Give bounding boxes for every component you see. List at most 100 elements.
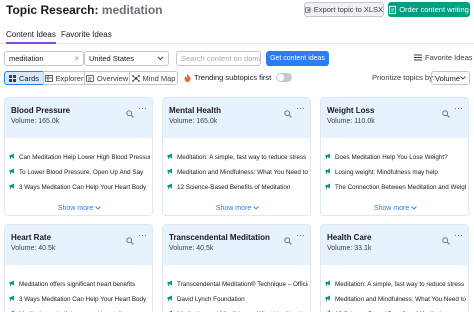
megaphone-icon bbox=[9, 153, 16, 161]
favorite-ideas-label: Favorite Ideas bbox=[425, 53, 473, 62]
headline-text: Meditation and Mindfulness: What You Nee… bbox=[177, 168, 308, 176]
search-icon[interactable] bbox=[442, 232, 450, 250]
view-mind-map-button[interactable]: Mind Map bbox=[129, 71, 178, 85]
page-title: Topic Research: meditation bbox=[6, 3, 163, 17]
more-options-icon[interactable]: ⋯ bbox=[138, 103, 147, 114]
toggle-switch[interactable] bbox=[276, 73, 293, 82]
topic-card-title[interactable]: Transcendental Meditation bbox=[169, 233, 270, 242]
headline-item[interactable]: Meditation: A simple, fast way to reduce… bbox=[325, 280, 466, 288]
chevron-down-icon bbox=[93, 205, 101, 212]
flame-icon bbox=[184, 73, 191, 82]
show-more-link[interactable]: Show more bbox=[163, 205, 310, 212]
headline-item[interactable]: Meditation: A simple, fast way to reduce… bbox=[167, 153, 308, 161]
headline-item[interactable]: Does Meditation Help You Lose Weight? bbox=[325, 153, 466, 161]
tab-content-ideas[interactable]: Content Ideas bbox=[6, 30, 56, 44]
keyword-input[interactable]: meditation × bbox=[4, 51, 84, 66]
get-content-ideas-button[interactable]: Get content ideas bbox=[266, 51, 329, 66]
more-options-icon[interactable]: ⋯ bbox=[296, 103, 305, 114]
more-options-icon[interactable]: ⋯ bbox=[296, 230, 305, 241]
headline-item[interactable]: Losing weight: Mindfulness may help bbox=[325, 168, 466, 176]
headline-item[interactable]: David Lynch Foundation bbox=[167, 295, 308, 303]
topic-card-volume: Volume: 110.0k bbox=[327, 118, 375, 125]
view-cards-label: Cards bbox=[18, 73, 39, 83]
headline-item[interactable]: Meditation and Mindfulness: What You Nee… bbox=[167, 168, 308, 176]
export-xlsx-button[interactable]: Export topic to XLSX bbox=[304, 2, 384, 17]
headline-item[interactable]: Can Meditation Help Lower High Blood Pre… bbox=[9, 153, 150, 161]
trending-label: Trending subtopics first bbox=[194, 73, 272, 82]
document-icon bbox=[389, 5, 397, 14]
prioritize-select[interactable]: Volume bbox=[431, 71, 470, 85]
view-overview-button[interactable]: Overview bbox=[84, 71, 130, 85]
topic-card-header: Heart Rate Volume: 40.5k ⋯ bbox=[5, 225, 152, 265]
topic-card-header: Health Care Volume: 33.1k ⋯ bbox=[321, 225, 468, 265]
topic-card[interactable]: Health Care Volume: 33.1k ⋯ Meditation: A s… bbox=[320, 224, 469, 312]
more-options-icon[interactable]: ⋯ bbox=[454, 230, 463, 241]
megaphone-icon bbox=[167, 168, 174, 176]
headline-item[interactable]: To Lower Blood Pressure, Open Up And Say bbox=[9, 168, 150, 176]
more-options-icon[interactable]: ⋯ bbox=[138, 230, 147, 241]
chevron-down-icon bbox=[409, 205, 417, 212]
headline-text: Meditation and Mindfulness: What You Nee… bbox=[335, 295, 466, 303]
headline-item[interactable]: The Connection Between Meditation and We… bbox=[325, 183, 466, 191]
topic-card-header: Transcendental Meditation Volume: 40.5k ⋯ bbox=[163, 225, 310, 265]
topic-card-title[interactable]: Weight Loss bbox=[327, 106, 374, 115]
topic-card[interactable]: Blood Pressure Volume: 165.0k ⋯ Can Meditat… bbox=[4, 97, 153, 216]
topic-card[interactable]: Mental Health Volume: 165.0k ⋯ Meditation: … bbox=[162, 97, 311, 216]
headline-item[interactable]: Transcendental Meditation® Technique – O… bbox=[167, 280, 308, 288]
topic-card-title[interactable]: Blood Pressure bbox=[11, 106, 70, 115]
search-icon[interactable] bbox=[284, 232, 292, 250]
trending-subtopics-toggle[interactable]: Trending subtopics first bbox=[184, 73, 293, 82]
domain-search-input[interactable]: Search content on domain bbox=[176, 51, 261, 66]
topic-card[interactable]: Transcendental Meditation Volume: 40.5k ⋯ T… bbox=[162, 224, 311, 312]
search-icon[interactable] bbox=[442, 105, 450, 123]
search-icon[interactable] bbox=[284, 105, 292, 123]
topic-card[interactable]: Weight Loss Volume: 110.0k ⋯ Does Meditatio… bbox=[320, 97, 469, 216]
chevron-down-icon bbox=[460, 76, 466, 80]
headline-item[interactable]: Meditation and Mindfulness: What You Nee… bbox=[325, 295, 466, 303]
search-icon[interactable] bbox=[126, 232, 134, 250]
megaphone-icon bbox=[167, 183, 174, 191]
view-cards-button[interactable]: Cards bbox=[4, 71, 44, 85]
country-select[interactable]: United States bbox=[84, 51, 169, 66]
domain-placeholder: Search content on domain bbox=[181, 54, 261, 63]
topic-card[interactable]: Heart Rate Volume: 40.5k ⋯ Meditation offer… bbox=[4, 224, 153, 312]
megaphone-icon bbox=[167, 280, 174, 288]
headline-text: Can Meditation Help Lower High Blood Pre… bbox=[19, 153, 150, 161]
grid-icon bbox=[8, 74, 16, 82]
tab-favorite-ideas[interactable]: Favorite Ideas bbox=[61, 30, 112, 44]
order-content-writing-button[interactable]: Order content writing bbox=[388, 2, 470, 17]
megaphone-icon bbox=[325, 153, 332, 161]
headline-text: Transcendental Meditation® Technique – O… bbox=[177, 280, 308, 288]
headline-text: 3 Ways Meditation Can Help Your Heart Bo… bbox=[19, 183, 147, 191]
favorite-ideas-link[interactable]: Favorite Ideas bbox=[414, 53, 473, 62]
page-title-query: meditation bbox=[101, 3, 163, 17]
topic-card-title[interactable]: Mental Health bbox=[169, 106, 221, 115]
topic-card-title[interactable]: Heart Rate bbox=[11, 233, 51, 242]
show-more-link[interactable]: Show more bbox=[321, 205, 468, 212]
view-mind-map-label: Mind Map bbox=[142, 73, 176, 83]
country-value: United States bbox=[89, 54, 135, 63]
search-icon[interactable] bbox=[126, 105, 134, 123]
topic-card-volume: Volume: 33.1k bbox=[327, 245, 372, 252]
headline-item[interactable]: 12 Science-Based Benefits of Meditation bbox=[167, 183, 308, 191]
headline-item[interactable]: 3 Ways Meditation Can Help Your Heart Bo… bbox=[9, 295, 150, 303]
order-label: Order content writing bbox=[399, 5, 469, 14]
show-more-label: Show more bbox=[57, 205, 94, 212]
more-options-icon[interactable]: ⋯ bbox=[454, 103, 463, 114]
show-more-link[interactable]: Show more bbox=[5, 205, 152, 212]
megaphone-icon bbox=[9, 280, 16, 288]
topic-card-title[interactable]: Health Care bbox=[327, 233, 371, 242]
headline-item[interactable]: Meditation offers significant heart bene… bbox=[9, 280, 150, 288]
view-explorer-label: Explorer bbox=[55, 73, 84, 83]
prioritize-label: Prioritize topics by: bbox=[372, 73, 435, 82]
chevron-down-icon bbox=[251, 205, 259, 212]
show-more-label: Show more bbox=[215, 205, 252, 212]
view-explorer-button[interactable]: Explorer bbox=[43, 71, 85, 85]
overview-icon bbox=[85, 74, 94, 82]
keyword-value: meditation bbox=[9, 54, 44, 63]
megaphone-icon bbox=[9, 168, 16, 176]
mind-map-icon bbox=[131, 74, 140, 82]
clear-icon[interactable]: × bbox=[74, 54, 79, 63]
headline-item[interactable]: 3 Ways Meditation Can Help Your Heart Bo… bbox=[9, 183, 150, 191]
headline-text: Does Meditation Help You Lose Weight? bbox=[335, 153, 448, 161]
